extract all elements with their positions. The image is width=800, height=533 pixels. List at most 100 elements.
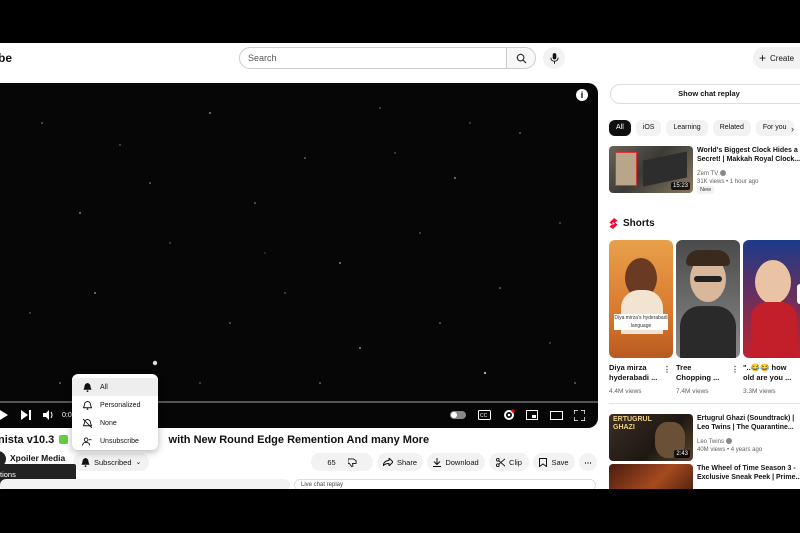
chip-learning[interactable]: Learning [666, 120, 708, 136]
download-button[interactable]: Download [427, 453, 485, 471]
save-button[interactable]: Save [533, 453, 575, 471]
browser-viewport: be Search + Create i 0:0 CC nista v10.3 … [0, 43, 800, 489]
captions-button[interactable]: CC [478, 409, 491, 421]
more-horizontal-icon: ⋯ [584, 457, 592, 467]
video-thumbnail [609, 464, 693, 489]
like-dislike-group: 65 [311, 453, 373, 471]
info-icon[interactable]: i [576, 89, 588, 101]
live-chat-header[interactable]: Live chat replay [294, 479, 596, 489]
fullscreen-icon [574, 409, 585, 421]
video-duration: 15:23 [670, 182, 690, 190]
video-thumbnail: 15:23 [609, 146, 693, 193]
more-vertical-icon[interactable]: ⋮ [731, 365, 739, 374]
short-overlay-text: Diya mirza's hyderabadi language [614, 314, 668, 330]
menu-item-all[interactable]: All [72, 378, 158, 396]
search-input[interactable]: Search [239, 47, 507, 69]
masthead: be Search + Create [0, 43, 800, 73]
youtube-logo[interactable]: be [0, 51, 12, 65]
clip-label: Clip [509, 457, 522, 467]
menu-item-unsubscribe[interactable]: Unsubscribe [72, 432, 158, 450]
bell-ringing-icon [81, 382, 93, 392]
recommendation-item[interactable]: The Wheel of Time Season 3 - Exclusive S… [609, 464, 800, 489]
subscribed-button[interactable]: Subscribed ⌄ [73, 453, 150, 471]
shorts-heading: Shorts [609, 218, 655, 229]
play-icon [0, 410, 8, 420]
scissors-icon [496, 457, 506, 467]
dislike-icon[interactable] [347, 457, 357, 467]
plus-icon: + [759, 51, 767, 65]
time-display: 0:0 [62, 411, 72, 419]
short-title[interactable]: Diya mirza hyderabadi ... [609, 363, 661, 383]
volume-button[interactable] [43, 409, 54, 421]
description-box[interactable] [0, 479, 290, 489]
short-thumbnail[interactable]: Diya mirza's hyderabadi language [609, 240, 673, 358]
chip-related[interactable]: Related [712, 120, 751, 136]
verified-icon [719, 170, 726, 176]
video-meta: 40M views • 4 years ago [697, 447, 763, 453]
new-badge: New [697, 186, 715, 194]
captions-icon: CC [478, 410, 491, 420]
skip-next-icon [21, 410, 31, 420]
settings-button[interactable] [503, 409, 515, 421]
bookmark-plus-icon [539, 457, 548, 467]
short-title[interactable]: Tree Chopping ... [676, 363, 726, 383]
like-count[interactable]: 65 [327, 458, 335, 467]
theater-icon [550, 410, 563, 420]
video-title: World's Biggest Clock Hides a Secret! | … [697, 147, 800, 163]
short-thumbnail[interactable] [743, 240, 800, 358]
clip-button[interactable]: Clip [489, 453, 529, 471]
recommendation-item[interactable]: 15:23 World's Biggest Clock Hides a Secr… [609, 146, 800, 194]
theater-mode-button[interactable] [550, 409, 563, 421]
share-button[interactable]: Share [377, 453, 423, 471]
bell-off-icon [81, 418, 93, 428]
chip-all[interactable]: All [609, 120, 631, 136]
share-icon [382, 458, 393, 466]
play-button[interactable] [0, 409, 8, 421]
green-hand-icon [59, 435, 69, 444]
short-views: 7.4M views [676, 388, 709, 395]
chip-ios[interactable]: iOS [635, 120, 662, 136]
voice-search-button[interactable] [543, 47, 565, 69]
subscribed-label: Subscribed [94, 457, 132, 467]
verified-icon [725, 438, 732, 444]
download-label: Download [445, 457, 479, 467]
bell-icon [81, 457, 90, 467]
search-button[interactable] [506, 47, 536, 69]
volume-icon [43, 410, 53, 420]
short-thumbnail[interactable] [676, 240, 740, 358]
menu-item-personalized[interactable]: Personalized [72, 396, 158, 414]
filter-chips: All iOS Learning Related For you [609, 120, 794, 136]
channel-name[interactable]: Xpoiler Media [10, 453, 65, 463]
recommendation-item[interactable]: ERTUGRUL GHAZI 2:43 Ertugrul Ghazi (Soun… [609, 414, 800, 462]
menu-item-label: None [100, 419, 117, 427]
short-views: 4.4M views [609, 388, 642, 395]
autoplay-toggle[interactable] [450, 409, 466, 421]
title-part-3: with New Round Edge Remention And many M… [168, 434, 430, 446]
video-meta: 31K views • 1 hour ago [697, 179, 759, 185]
menu-item-label: All [100, 383, 108, 391]
video-thumbnail: ERTUGRUL GHAZI 2:43 [609, 414, 693, 461]
shorts-label: Shorts [623, 218, 655, 229]
more-vertical-icon[interactable]: ⋮ [663, 365, 671, 374]
video-title: The Wheel of Time Season 3 - Exclusive S… [697, 465, 800, 481]
chip-for-you[interactable]: For you [755, 120, 794, 136]
next-button[interactable] [21, 409, 31, 421]
section-divider [609, 403, 800, 404]
save-label: Save [551, 457, 569, 467]
chevron-down-icon: ⌄ [135, 459, 142, 466]
menu-item-none[interactable]: None [72, 414, 158, 432]
video-duration: 2:43 [674, 450, 690, 458]
miniplayer-button[interactable] [526, 409, 538, 421]
create-button[interactable]: + Create [753, 47, 800, 69]
video-title: nista v10.3 He with New Round Edge Remen… [0, 434, 429, 446]
shorts-icon [609, 218, 618, 229]
create-label: Create [770, 53, 795, 63]
short-title[interactable]: "..😂😂 how old are you ... [743, 363, 799, 383]
show-chat-replay-button[interactable]: Show chat replay [610, 84, 800, 104]
svg-text:CC: CC [480, 413, 488, 419]
title-part-1: nista v10.3 [0, 434, 55, 446]
more-actions-button[interactable]: ⋯ [579, 453, 597, 471]
short-views: 3.3M views [743, 388, 776, 395]
fullscreen-button[interactable] [574, 409, 585, 421]
chevron-right-icon[interactable]: › [791, 124, 794, 134]
